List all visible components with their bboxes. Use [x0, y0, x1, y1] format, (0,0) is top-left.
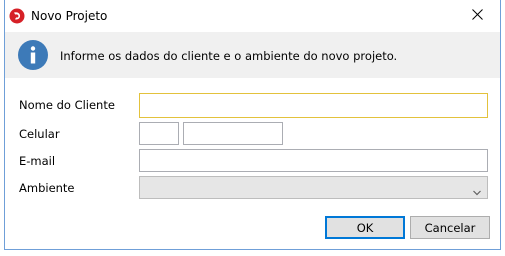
dialog-content: Informe os dados do cliente e o ambiente…	[5, 32, 500, 249]
nome-cliente-label: Nome do Cliente	[19, 98, 115, 112]
ambiente-select[interactable]	[139, 176, 488, 199]
info-banner: Informe os dados do cliente e o ambiente…	[5, 32, 500, 78]
window-title: Novo Projeto	[31, 9, 108, 23]
cancel-button[interactable]: Cancelar	[410, 216, 490, 239]
close-button[interactable]	[454, 0, 500, 32]
info-icon	[18, 40, 48, 70]
ok-button-label: OK	[356, 220, 374, 235]
close-icon	[471, 9, 483, 23]
info-message: Informe os dados do cliente e o ambiente…	[60, 49, 398, 63]
cancel-button-label: Cancelar	[424, 220, 476, 235]
email-input[interactable]	[139, 149, 488, 172]
title-bar[interactable]: Novo Projeto	[5, 0, 500, 32]
email-label: E-mail	[19, 154, 56, 168]
celular-ddd-input[interactable]	[139, 122, 179, 145]
celular-label: Celular	[19, 127, 60, 141]
ambiente-label: Ambiente	[19, 181, 75, 195]
dialog-window: Novo Projeto Informe os dados do cliente…	[4, 0, 501, 250]
chevron-down-icon	[473, 185, 481, 196]
app-logo-icon	[9, 8, 25, 24]
celular-numero-input[interactable]	[183, 122, 283, 145]
ok-button[interactable]: OK	[325, 216, 405, 239]
nome-cliente-input[interactable]	[139, 93, 488, 118]
